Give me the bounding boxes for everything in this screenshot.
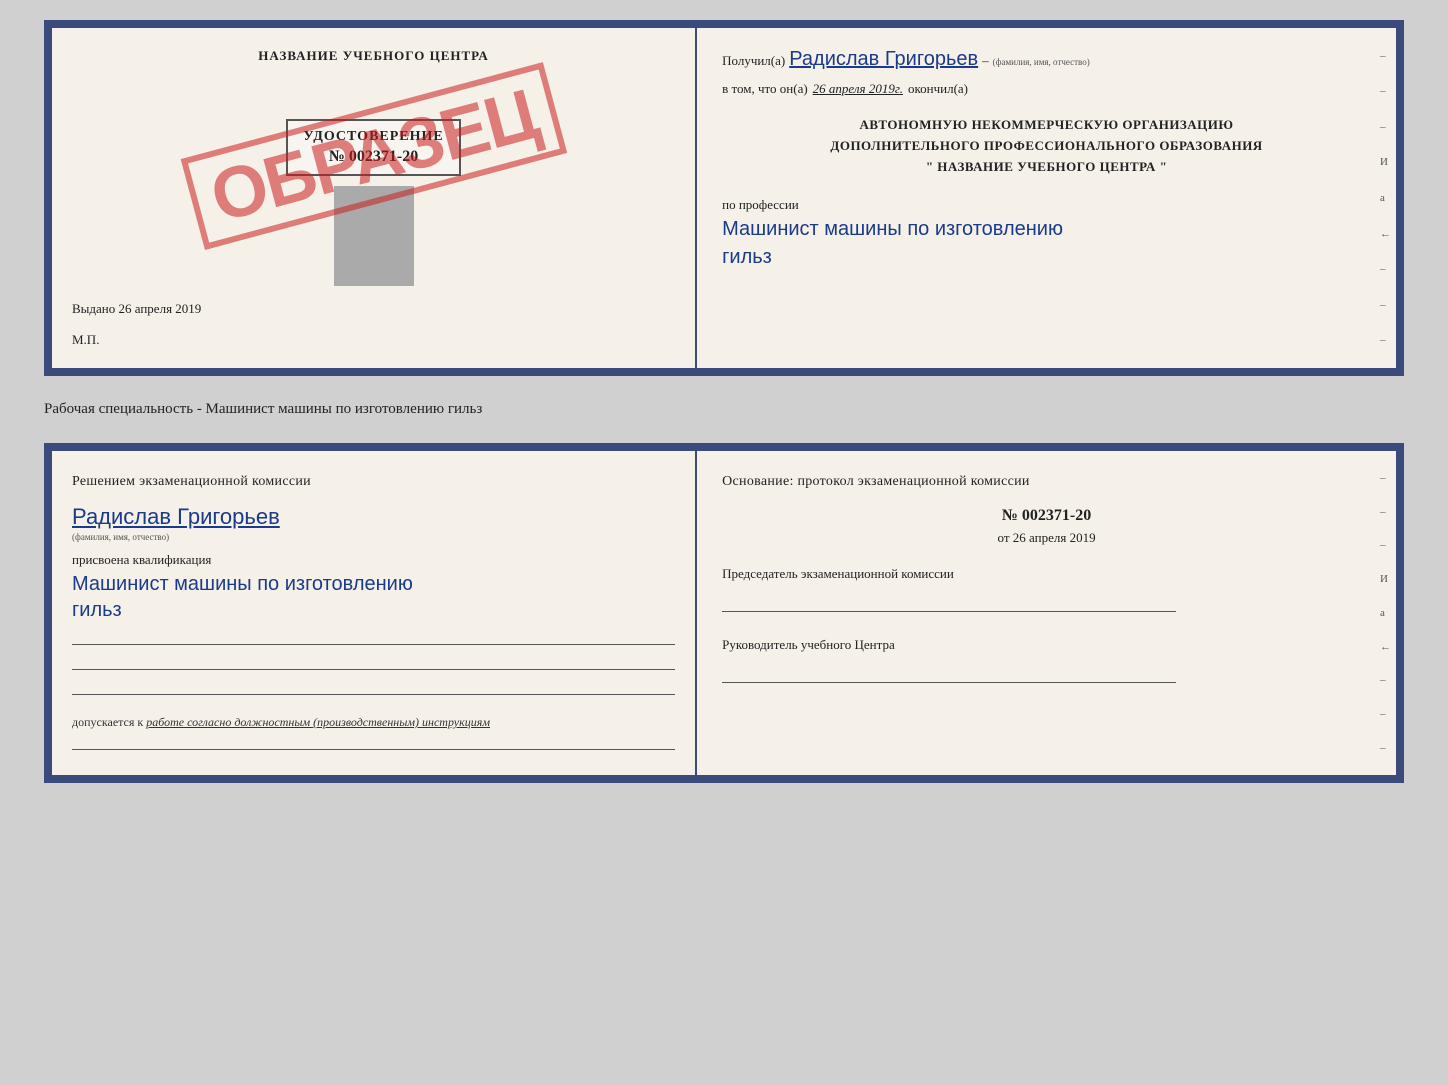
top-left-title: НАЗВАНИЕ УЧЕБНОГО ЦЕНТРА	[72, 48, 675, 64]
profession-label: по профессии	[722, 197, 1371, 213]
date-prefix: в том, что он(а)	[722, 81, 808, 97]
date-value: 26 апреля 2019г.	[813, 81, 903, 97]
profession-block: по профессии Машинист машины по изготовл…	[722, 197, 1371, 269]
basis-title: Основание: протокол экзаменационной коми…	[722, 471, 1371, 492]
top-doc-left: НАЗВАНИЕ УЧЕБНОГО ЦЕНТРА ОБРАЗЕЦ УДОСТОВ…	[52, 28, 697, 368]
top-doc-right: Получил(а) Радислав Григорьев – (фамилия…	[697, 28, 1396, 368]
bottom-person-name: Радислав Григорьев	[72, 504, 675, 530]
decision-text: Решением экзаменационной комиссии	[72, 471, 675, 492]
bottom-doc-right: Основание: протокол экзаменационной коми…	[697, 451, 1396, 775]
chairman-sig-line	[722, 587, 1176, 612]
issued-date: Выдано 26 апреля 2019	[72, 301, 675, 317]
side-marks-top: – – – И а ← – – –	[1380, 28, 1391, 368]
qualification-label: присвоена квалификация	[72, 552, 675, 568]
mp-label: М.П.	[72, 332, 675, 348]
org-line3: " НАЗВАНИЕ УЧЕБНОГО ЦЕНТРА "	[722, 157, 1371, 178]
recipient-name: Радислав Григорьев	[789, 48, 978, 71]
received-line: Получил(а) Радислав Григорьев – (фамилия…	[722, 48, 1371, 71]
date-suffix: окончил(а)	[908, 81, 968, 97]
date-value-bottom: 26 апреля 2019	[1013, 530, 1096, 545]
org-line1: АВТОНОМНУЮ НЕКОММЕРЧЕСКУЮ ОРГАНИЗАЦИЮ	[722, 115, 1371, 136]
caption-line: Рабочая специальность - Машинист машины …	[44, 396, 1404, 423]
qualification-line2: гильз	[72, 599, 675, 622]
qualification-value: Машинист машины по изготовлению	[72, 573, 675, 596]
chairman-label: Председатель экзаменационной комиссии	[722, 566, 1371, 582]
bottom-document: Решением экзаменационной комиссии Радисл…	[44, 443, 1404, 783]
underline-4	[72, 730, 675, 750]
side-marks-bottom: – – – И а ← – – –	[1380, 451, 1391, 775]
profession-line2: гильз	[722, 246, 1371, 269]
org-block: АВТОНОМНУЮ НЕКОММЕРЧЕСКУЮ ОРГАНИЗАЦИЮ ДО…	[722, 115, 1371, 177]
chairman-block: Председатель экзаменационной комиссии	[722, 566, 1371, 617]
director-block: Руководитель учебного Центра	[722, 637, 1371, 688]
director-label: Руководитель учебного Центра	[722, 637, 1371, 653]
bottom-fio-label: (фамилия, имя, отчество)	[72, 532, 675, 542]
profession-value: Машинист машины по изготовлению	[722, 218, 1371, 241]
issued-label: Выдано	[72, 301, 115, 316]
protocol-number: № 002371-20	[722, 507, 1371, 525]
date-line: в том, что он(а) 26 апреля 2019г. окончи…	[722, 81, 1371, 97]
received-prefix: Получил(а)	[722, 53, 785, 69]
underline-2	[72, 650, 675, 670]
director-sig-line	[722, 658, 1176, 683]
issued-date-value: 26 апреля 2019	[119, 301, 202, 316]
bottom-doc-left: Решением экзаменационной комиссии Радисл…	[52, 451, 697, 775]
underline-3	[72, 675, 675, 695]
allowed-prefix: допускается к	[72, 715, 143, 729]
stamp-area: ОБРАЗЕЦ УДОСТОВЕРЕНИЕ № 002371-20	[72, 79, 675, 286]
underline-1	[72, 625, 675, 645]
allowed-detail: работе согласно должностным (производств…	[146, 715, 490, 729]
protocol-date: от 26 апреля 2019	[722, 530, 1371, 546]
top-document: НАЗВАНИЕ УЧЕБНОГО ЦЕНТРА ОБРАЗЕЦ УДОСТОВ…	[44, 20, 1404, 376]
fio-label-top: (фамилия, имя, отчество)	[993, 57, 1090, 67]
date-prefix-bottom: от	[998, 530, 1010, 545]
allowed-text: допускается к работе согласно должностны…	[72, 715, 675, 730]
org-line2: ДОПОЛНИТЕЛЬНОГО ПРОФЕССИОНАЛЬНОГО ОБРАЗО…	[722, 136, 1371, 157]
